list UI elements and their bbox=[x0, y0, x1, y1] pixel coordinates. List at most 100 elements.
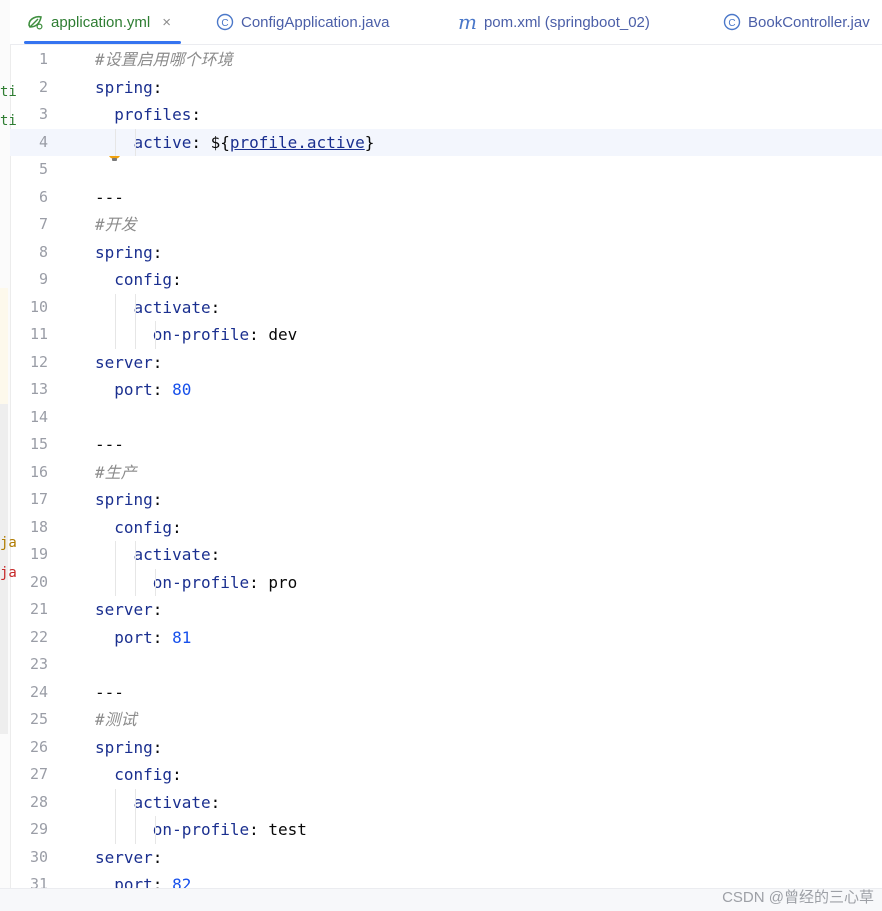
close-tab-icon[interactable]: × bbox=[162, 14, 171, 31]
separator: : bbox=[249, 820, 269, 839]
code-line[interactable]: 28 activate: bbox=[10, 789, 882, 817]
yaml-key: config bbox=[114, 765, 173, 784]
line-number[interactable]: 16 bbox=[10, 459, 48, 487]
line-number[interactable]: 8 bbox=[10, 239, 48, 267]
line-number[interactable]: 18 bbox=[10, 514, 48, 542]
code-line[interactable]: 30 server: bbox=[10, 844, 882, 872]
line-number[interactable]: 26 bbox=[10, 734, 48, 762]
line-number[interactable]: 21 bbox=[10, 596, 48, 624]
indent-guide bbox=[135, 568, 136, 596]
code-line[interactable]: 12 server: bbox=[10, 349, 882, 377]
code-line[interactable]: 11 on-profile: dev bbox=[10, 321, 882, 349]
code-line[interactable]: 22 port: 81 bbox=[10, 624, 882, 652]
indent-guide bbox=[135, 321, 136, 349]
line-number[interactable]: 11 bbox=[10, 321, 48, 349]
line-number[interactable]: 24 bbox=[10, 679, 48, 707]
line-number[interactable]: 7 bbox=[10, 211, 48, 239]
line-number[interactable]: 22 bbox=[10, 624, 48, 652]
line-number[interactable]: 15 bbox=[10, 431, 48, 459]
code-line[interactable]: 2 spring: bbox=[10, 74, 882, 102]
indent-guide bbox=[115, 321, 116, 349]
line-number[interactable]: 13 bbox=[10, 376, 48, 404]
line-number[interactable]: 9 bbox=[10, 266, 48, 294]
code-content: --- bbox=[95, 431, 124, 459]
tab-config-application-java[interactable]: C ConfigApplication.java bbox=[216, 0, 389, 44]
comment: #开发 bbox=[95, 215, 137, 234]
line-number[interactable]: 4 bbox=[10, 129, 48, 157]
line-number[interactable]: 6 bbox=[10, 184, 48, 212]
line-number[interactable]: 25 bbox=[10, 706, 48, 734]
code-line[interactable]: 19 activate: bbox=[10, 541, 882, 569]
line-number[interactable]: 20 bbox=[10, 569, 48, 597]
code-line[interactable]: 10 activate: bbox=[10, 294, 882, 322]
code-line[interactable]: 14 bbox=[10, 404, 882, 432]
line-number[interactable]: 3 bbox=[10, 101, 48, 129]
tab-book-controller[interactable]: C BookController.jav bbox=[723, 0, 870, 44]
code-line[interactable]: 24 --- bbox=[10, 679, 882, 707]
indent-guide bbox=[135, 293, 136, 321]
code-editor[interactable]: 1 #设置启用哪个环境 2 spring: 3 profiles: 4 active: $… bbox=[10, 45, 882, 889]
line-number[interactable]: 14 bbox=[10, 404, 48, 432]
line-number[interactable]: 19 bbox=[10, 541, 48, 569]
indent-guide bbox=[155, 321, 156, 349]
code-line[interactable]: 20 on-profile: pro bbox=[10, 569, 882, 597]
code-line[interactable]: 21 server: bbox=[10, 596, 882, 624]
code-content: port: 82 bbox=[95, 871, 191, 889]
code-content: server: bbox=[95, 596, 162, 624]
tab-application-yml[interactable]: application.yml × bbox=[24, 0, 181, 44]
code-content: spring: bbox=[95, 486, 162, 514]
code-line[interactable]: 16 #生产 bbox=[10, 459, 882, 487]
line-number[interactable]: 30 bbox=[10, 844, 48, 872]
yaml-key: spring bbox=[95, 77, 153, 97]
line-number[interactable]: 31 bbox=[10, 871, 48, 889]
separator: : bbox=[172, 765, 182, 784]
indent-guide bbox=[135, 816, 136, 844]
line-number[interactable]: 23 bbox=[10, 651, 48, 679]
code-line[interactable]: 23 bbox=[10, 651, 882, 679]
code-content: config: bbox=[95, 761, 182, 789]
yaml-file-icon bbox=[26, 13, 44, 31]
code-line[interactable]: 29 on-profile: test bbox=[10, 816, 882, 844]
code-line[interactable]: 8 spring: bbox=[10, 239, 882, 267]
separator: : bbox=[210, 792, 221, 812]
maven-icon: m bbox=[458, 10, 477, 34]
line-number[interactable]: 10 bbox=[10, 294, 48, 322]
line-number[interactable]: 29 bbox=[10, 816, 48, 844]
code-line[interactable]: 3 profiles: bbox=[10, 101, 882, 129]
code-content: #设置启用哪个环境 bbox=[95, 46, 233, 74]
code-line[interactable]: 4 active: ${profile.active} bbox=[10, 128, 882, 157]
code-line[interactable]: 18 config: bbox=[10, 514, 882, 542]
yaml-key: on-profile bbox=[152, 820, 250, 839]
line-number[interactable]: 5 bbox=[10, 156, 48, 184]
code-line[interactable]: 26 spring: bbox=[10, 734, 882, 762]
code-line[interactable]: 7 #开发 bbox=[10, 211, 882, 239]
code-line[interactable]: 6 --- bbox=[10, 184, 882, 212]
line-number[interactable]: 27 bbox=[10, 761, 48, 789]
line-number[interactable]: 1 bbox=[10, 46, 48, 74]
code-line[interactable]: 1 #设置启用哪个环境 bbox=[10, 46, 882, 74]
code-content: spring: bbox=[95, 734, 162, 762]
class-glyph: C bbox=[221, 18, 228, 29]
code-line[interactable]: 15 --- bbox=[10, 431, 882, 459]
indent-guide bbox=[135, 788, 136, 816]
code-content: --- bbox=[95, 679, 124, 707]
code-line[interactable]: 17 spring: bbox=[10, 486, 882, 514]
code-line[interactable]: 5 bbox=[10, 156, 882, 184]
code-content: spring: bbox=[95, 239, 162, 267]
java-class-icon: C bbox=[723, 13, 741, 31]
property-reference: profile.active bbox=[229, 132, 365, 152]
code-line[interactable]: 13 port: 80 bbox=[10, 376, 882, 404]
document-separator: --- bbox=[95, 187, 124, 207]
line-number[interactable]: 12 bbox=[10, 349, 48, 377]
code-content: server: bbox=[95, 844, 162, 872]
code-content: --- bbox=[95, 184, 124, 212]
line-number[interactable]: 2 bbox=[10, 74, 48, 102]
yaml-number: 81 bbox=[172, 627, 192, 647]
code-line[interactable]: 25 #测试 bbox=[10, 706, 882, 734]
code-line[interactable]: 27 config: bbox=[10, 761, 882, 789]
line-number[interactable]: 28 bbox=[10, 789, 48, 817]
tab-pom-xml[interactable]: m pom.xml (springboot_02) bbox=[458, 0, 650, 44]
line-number[interactable]: 17 bbox=[10, 486, 48, 514]
code-line[interactable]: 9 config: bbox=[10, 266, 882, 294]
java-class-icon: C bbox=[216, 13, 234, 31]
